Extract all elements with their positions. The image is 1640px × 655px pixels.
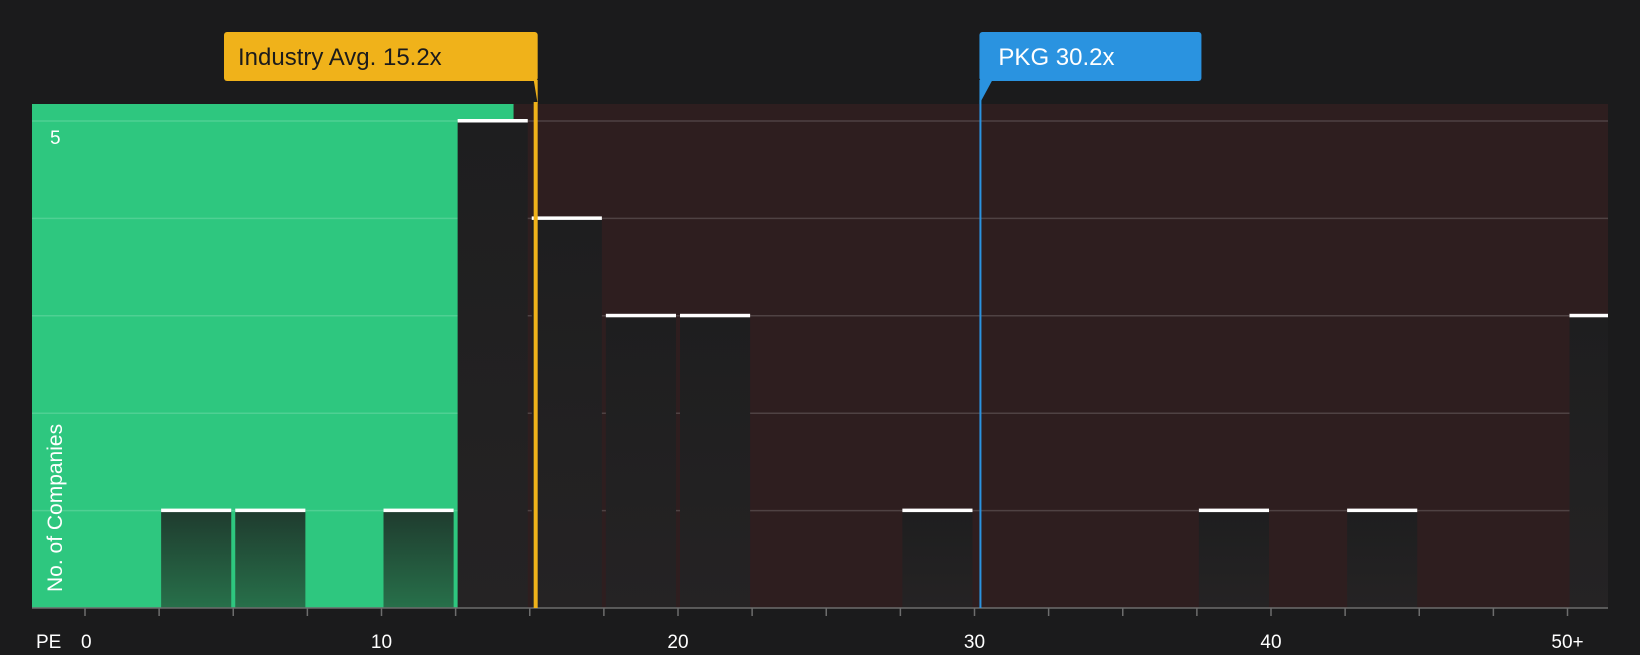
bar-cap: [235, 508, 306, 513]
histogram-bar[interactable]: [902, 510, 973, 608]
overvalued-zone: [513, 104, 1609, 608]
industry-avg-label: Industry Avg. 15.2x: [238, 44, 442, 71]
histogram-bar[interactable]: [383, 510, 454, 608]
histogram-bar[interactable]: [457, 121, 528, 608]
chart-svg: 0 10 20 30 40 50+ PE Industry Avg. 15.2x PKG 30…: [32, 32, 1609, 653]
bar-cap: [161, 508, 232, 513]
industry-avg-line: [533, 102, 538, 608]
bar-cap: [1569, 313, 1608, 318]
histogram-bar[interactable]: [235, 510, 306, 608]
bar-cap: [1347, 508, 1418, 513]
pe-distribution-chart: 0 10 20 30 40 50+ PE Industry Avg. 15.2x PKG 30…: [0, 0, 1640, 653]
bar-cap: [531, 216, 602, 220]
x-tick-label: 20: [667, 632, 688, 650]
histogram-bar[interactable]: [605, 315, 676, 608]
pkg-marker-line: [979, 100, 982, 608]
y-axis-label: No. of Companies: [44, 424, 67, 592]
histogram-bar[interactable]: [161, 510, 232, 608]
x-tick-label: 0: [81, 632, 92, 650]
x-axis-label: PE: [36, 632, 61, 650]
industry-avg-pointer: [533, 80, 538, 104]
histogram-bar[interactable]: [680, 315, 751, 608]
bar-cap: [457, 119, 528, 123]
bar-cap: [383, 508, 454, 513]
histogram-bar[interactable]: [1347, 510, 1418, 608]
x-tick-label: 40: [1260, 632, 1281, 650]
histogram-bar[interactable]: [531, 218, 602, 608]
bar-cap: [605, 313, 676, 318]
pkg-label: PKG 30.2x: [998, 44, 1114, 71]
y-tick-label: 5: [50, 128, 61, 149]
x-tick-label: 50+: [1551, 632, 1583, 650]
bar-cap: [680, 313, 751, 318]
x-tick-label: 10: [371, 632, 392, 650]
histogram-bar[interactable]: [1198, 510, 1269, 608]
histogram-bar[interactable]: [1569, 315, 1609, 608]
x-tick-label: 30: [964, 632, 985, 650]
bar-cap: [902, 508, 973, 513]
bar-cap: [1198, 508, 1269, 513]
